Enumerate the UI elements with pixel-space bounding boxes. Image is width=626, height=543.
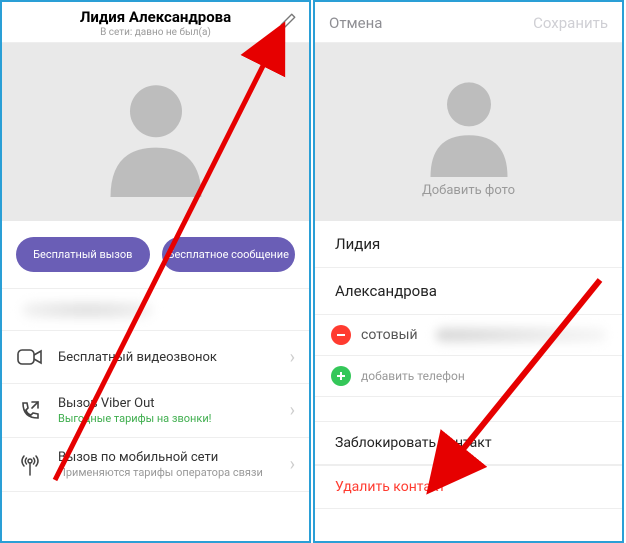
add-phone-label: добавить телефон — [361, 369, 465, 383]
minus-icon — [335, 329, 347, 341]
add-phone-row[interactable]: добавить телефон — [315, 356, 622, 397]
viber-out-item[interactable]: Вызов Viber Out Выгодные тарифы на звонк… — [2, 384, 309, 438]
block-contact-row[interactable]: Заблокировать контакт — [315, 421, 622, 465]
phone-entry-row[interactable]: сотовый — [315, 315, 622, 356]
antenna-icon — [16, 451, 44, 479]
pencil-icon — [279, 12, 297, 30]
free-message-button[interactable]: Бесплатное сообщение — [162, 237, 296, 272]
phone-type-label: сотовый — [361, 327, 418, 343]
contact-header: Лидия Александрова В сети: давно не был(… — [2, 2, 309, 43]
delete-contact-row[interactable]: Удалить контакт — [315, 465, 622, 509]
avatar-area — [2, 43, 309, 221]
first-name-field[interactable]: Лидия — [315, 221, 622, 268]
cancel-button[interactable]: Отмена — [329, 14, 382, 32]
last-name-field[interactable]: Александрова — [315, 268, 622, 315]
edit-button[interactable] — [277, 10, 299, 32]
phone-out-icon — [16, 397, 44, 425]
save-button[interactable]: Сохранить — [533, 14, 608, 32]
avatar-placeholder-icon — [414, 67, 524, 177]
call-options-list: Бесплатный видеозвонок › Вызов Viber Out… — [2, 331, 309, 492]
contact-name: Лидия Александрова — [2, 8, 309, 26]
contact-status: В сети: давно не был(а) — [2, 27, 309, 38]
phone-number-blurred — [22, 301, 152, 319]
remove-phone-button[interactable] — [331, 325, 351, 345]
edit-header: Отмена Сохранить — [315, 2, 622, 43]
video-call-label: Бесплатный видеозвонок — [58, 350, 276, 365]
add-photo-area[interactable]: Добавить фото — [315, 43, 622, 221]
avatar-placeholder-icon — [91, 67, 221, 197]
action-buttons-row: Бесплатный вызов Бесплатное сообщение — [2, 221, 309, 289]
cellular-call-item[interactable]: Вызов по мобильной сети Применяются тари… — [2, 438, 309, 492]
phone-number-blurred — [436, 326, 606, 344]
free-call-button[interactable]: Бесплатный вызов — [16, 237, 150, 272]
chevron-right-icon: › — [290, 454, 295, 475]
spacer — [315, 397, 622, 421]
viber-out-label: Вызов Viber Out — [58, 396, 276, 411]
chevron-right-icon: › — [290, 400, 295, 421]
viber-out-sublabel: Выгодные тарифы на звонки! — [58, 412, 276, 425]
cellular-call-sublabel: Применяются тарифы оператора связи — [58, 466, 276, 479]
video-call-item[interactable]: Бесплатный видеозвонок › — [2, 331, 309, 384]
chevron-right-icon: › — [290, 347, 295, 368]
phone-number-row — [2, 289, 309, 331]
video-camera-icon — [16, 343, 44, 371]
plus-icon — [335, 370, 347, 382]
add-phone-button[interactable] — [331, 366, 351, 386]
contact-card-pane: Лидия Александрова В сети: давно не был(… — [0, 0, 311, 543]
edit-contact-pane: Отмена Сохранить Добавить фото Лидия Але… — [313, 0, 624, 543]
add-photo-label: Добавить фото — [422, 183, 515, 198]
cellular-call-label: Вызов по мобильной сети — [58, 450, 276, 465]
